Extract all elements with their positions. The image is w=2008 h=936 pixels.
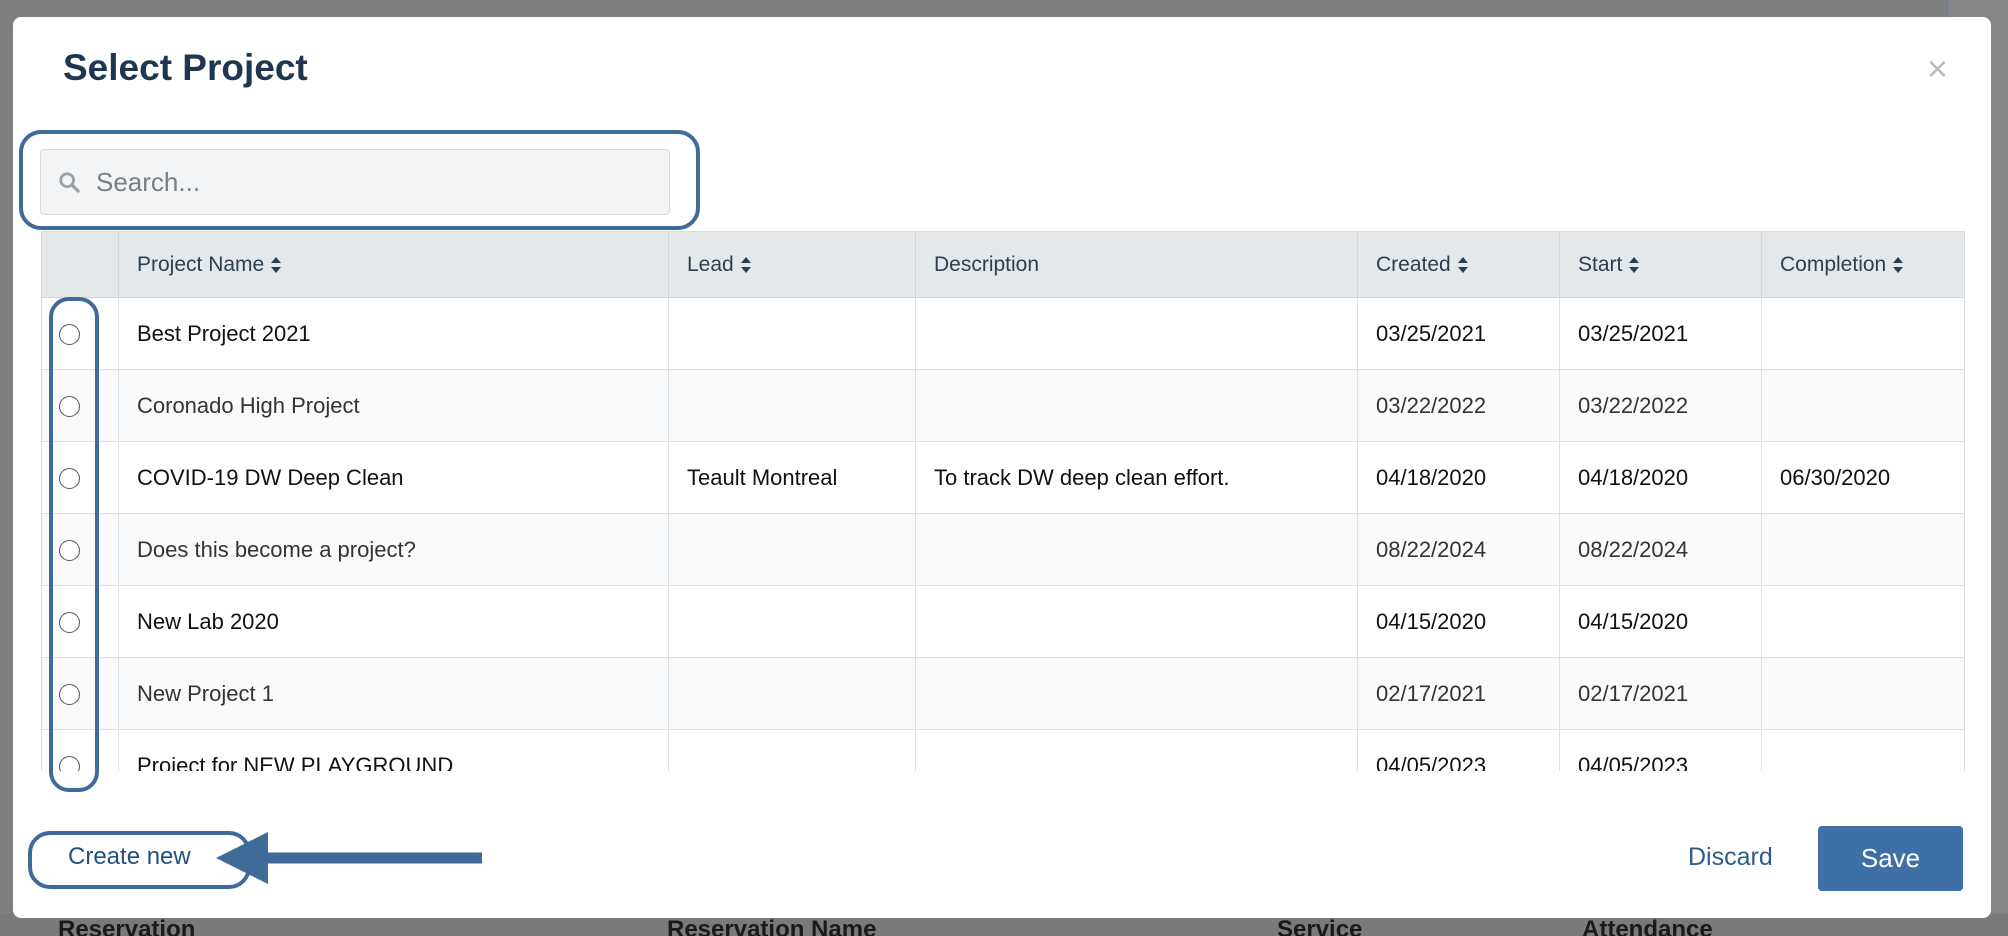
cell-name: New Lab 2020 bbox=[118, 586, 668, 658]
cell-lead bbox=[668, 370, 915, 442]
bg-header-attendance: Attendance bbox=[1582, 916, 1713, 936]
table-row[interactable]: New Project 1 02/17/2021 02/17/2021 bbox=[42, 658, 1964, 730]
sort-icon bbox=[1629, 257, 1640, 273]
cell-name: Best Project 2021 bbox=[118, 298, 668, 370]
header-description: Description bbox=[915, 232, 1357, 298]
cell-description bbox=[915, 370, 1357, 442]
sort-icon bbox=[1457, 257, 1468, 273]
discard-button[interactable]: Discard bbox=[1688, 843, 1773, 872]
cell-start: 03/22/2022 bbox=[1559, 370, 1761, 442]
table-row[interactable]: Coronado High Project 03/22/2022 03/22/202… bbox=[42, 370, 1964, 442]
cell-created: 03/22/2022 bbox=[1357, 370, 1559, 442]
bg-header-reservation-name: Reservation Name bbox=[667, 916, 877, 936]
sort-icon bbox=[740, 257, 751, 273]
table-row[interactable]: New Lab 2020 04/15/2020 04/15/2020 bbox=[42, 586, 1964, 658]
cell-completion bbox=[1761, 514, 1964, 586]
cell-lead bbox=[668, 514, 915, 586]
cell-name: Coronado High Project bbox=[118, 370, 668, 442]
sort-icon bbox=[1893, 257, 1904, 273]
cell-lead: Teault Montreal bbox=[668, 442, 915, 514]
cell-created: 04/18/2020 bbox=[1357, 442, 1559, 514]
cell-lead bbox=[668, 298, 915, 370]
cell-name: COVID-19 DW Deep Clean bbox=[118, 442, 668, 514]
table-header: Project Name Lead Description Created St… bbox=[42, 232, 1964, 298]
cell-start: 04/18/2020 bbox=[1559, 442, 1761, 514]
cell-created: 08/22/2024 bbox=[1357, 514, 1559, 586]
cell-start: 08/22/2024 bbox=[1559, 514, 1761, 586]
projects-table: Project Name Lead Description Created St… bbox=[41, 231, 1965, 771]
table-row[interactable]: Best Project 2021 03/25/2021 03/25/2021 bbox=[42, 298, 1964, 370]
cell-start: 04/15/2020 bbox=[1559, 586, 1761, 658]
select-project-modal: Select Project × Project Name Lead Descr… bbox=[13, 17, 1991, 918]
header-project-name-label: Project Name bbox=[137, 253, 265, 276]
cell-start: 03/25/2021 bbox=[1559, 298, 1761, 370]
header-project-name[interactable]: Project Name bbox=[118, 232, 668, 298]
cell-name: Does this become a project? bbox=[118, 514, 668, 586]
cell-name: Project for NEW PLAYGROUND bbox=[118, 730, 668, 771]
header-start-label: Start bbox=[1578, 253, 1623, 276]
search-icon bbox=[59, 172, 80, 193]
cell-completion bbox=[1761, 370, 1964, 442]
close-icon[interactable]: × bbox=[1927, 51, 1948, 87]
header-description-label: Description bbox=[934, 253, 1040, 276]
header-completion-label: Completion bbox=[1780, 253, 1887, 276]
header-lead-label: Lead bbox=[687, 253, 734, 276]
bg-header-reservation: Reservation bbox=[58, 916, 196, 936]
cell-description bbox=[915, 658, 1357, 730]
cell-completion: 06/30/2020 bbox=[1761, 442, 1964, 514]
cell-lead bbox=[668, 730, 915, 771]
arrow-left-icon bbox=[216, 832, 482, 884]
cell-start: 02/17/2021 bbox=[1559, 658, 1761, 730]
header-completion[interactable]: Completion bbox=[1761, 232, 1964, 298]
cell-created: 04/05/2023 bbox=[1357, 730, 1559, 771]
save-button[interactable]: Save bbox=[1818, 826, 1963, 891]
cell-description bbox=[915, 298, 1357, 370]
create-new-link[interactable]: Create new bbox=[68, 843, 191, 871]
table-row[interactable]: Project for NEW PLAYGROUND 04/05/2023 04/0… bbox=[42, 730, 1964, 771]
header-start[interactable]: Start bbox=[1559, 232, 1761, 298]
cell-completion bbox=[1761, 586, 1964, 658]
header-created[interactable]: Created bbox=[1357, 232, 1559, 298]
cell-created: 04/15/2020 bbox=[1357, 586, 1559, 658]
header-created-label: Created bbox=[1376, 253, 1451, 276]
cell-created: 02/17/2021 bbox=[1357, 658, 1559, 730]
cell-lead bbox=[668, 658, 915, 730]
bg-header-service: Service bbox=[1277, 916, 1363, 936]
cell-description bbox=[915, 514, 1357, 586]
cell-completion bbox=[1761, 298, 1964, 370]
cell-description: To track DW deep clean effort. bbox=[915, 442, 1357, 514]
search-field[interactable] bbox=[40, 149, 670, 215]
table-row[interactable]: Does this become a project? 08/22/2024 08/… bbox=[42, 514, 1964, 586]
cell-description bbox=[915, 586, 1357, 658]
cell-description bbox=[915, 730, 1357, 771]
cell-completion bbox=[1761, 730, 1964, 771]
cell-created: 03/25/2021 bbox=[1357, 298, 1559, 370]
search-input[interactable] bbox=[96, 166, 636, 198]
table-row[interactable]: COVID-19 DW Deep Clean Teault Montreal To … bbox=[42, 442, 1964, 514]
radio-column-highlight-outline bbox=[49, 297, 99, 792]
cell-lead bbox=[668, 586, 915, 658]
header-select bbox=[42, 232, 118, 298]
modal-title: Select Project bbox=[63, 47, 308, 88]
cell-name: New Project 1 bbox=[118, 658, 668, 730]
sort-icon bbox=[271, 257, 282, 273]
cell-completion bbox=[1761, 658, 1964, 730]
header-lead[interactable]: Lead bbox=[668, 232, 915, 298]
cell-start: 04/05/2023 bbox=[1559, 730, 1761, 771]
